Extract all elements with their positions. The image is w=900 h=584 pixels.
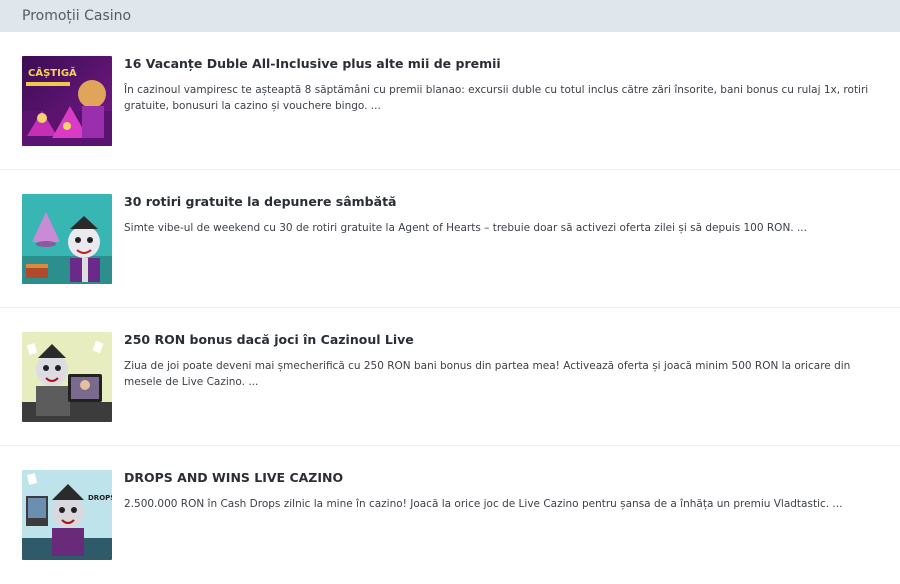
promo-4-image-text: DROPS & WINS (88, 494, 112, 502)
promo-3-description: Ziua de joi poate deveni mai șmecherific… (124, 360, 851, 388)
promo-3-illustration (22, 332, 112, 422)
promotions-list: CÂȘTIGĂ 16 Vacanțe Duble All-Inclusive p… (0, 32, 900, 584)
promo-4-image[interactable]: DROPS & WINS (22, 470, 112, 560)
section-header: Promoții Casino (0, 0, 900, 32)
promo-1-description: În cazinoul vampiresc te așteaptă 8 săpt… (124, 84, 869, 112)
promo-item-1[interactable]: CÂȘTIGĂ 16 Vacanțe Duble All-Inclusive p… (0, 32, 900, 170)
promo-1-title[interactable]: 16 Vacanțe Duble All-Inclusive plus alte… (124, 56, 886, 72)
promo-4-description: 2.500.000 RON în Cash Drops zilnic la mi… (124, 498, 843, 510)
promo-1-illustration: CÂȘTIGĂ (22, 56, 112, 146)
promo-item-3[interactable]: 250 RON bonus dacă joci în Cazinoul Live… (0, 308, 900, 446)
promo-item-2[interactable]: 30 rotiri gratuite la depunere sâmbătă S… (0, 170, 900, 308)
promo-4-illustration: DROPS & WINS (22, 470, 112, 560)
promo-2-illustration (22, 194, 112, 284)
section-title: Promoții Casino (22, 8, 132, 24)
promo-2-title[interactable]: 30 rotiri gratuite la depunere sâmbătă (124, 194, 886, 210)
promo-3-image[interactable] (22, 332, 112, 422)
promo-1-image-text: CÂȘTIGĂ (28, 66, 77, 79)
promo-3-title[interactable]: 250 RON bonus dacă joci în Cazinoul Live (124, 332, 886, 348)
promo-item-4[interactable]: DROPS & WINS DROPS AND WINS LIVE CAZINO … (0, 446, 900, 584)
promo-1-image[interactable]: CÂȘTIGĂ (22, 56, 112, 146)
promo-2-image[interactable] (22, 194, 112, 284)
promo-2-description: Simte vibe-ul de weekend cu 30 de rotiri… (124, 222, 807, 234)
promo-4-title[interactable]: DROPS AND WINS LIVE CAZINO (124, 470, 886, 486)
